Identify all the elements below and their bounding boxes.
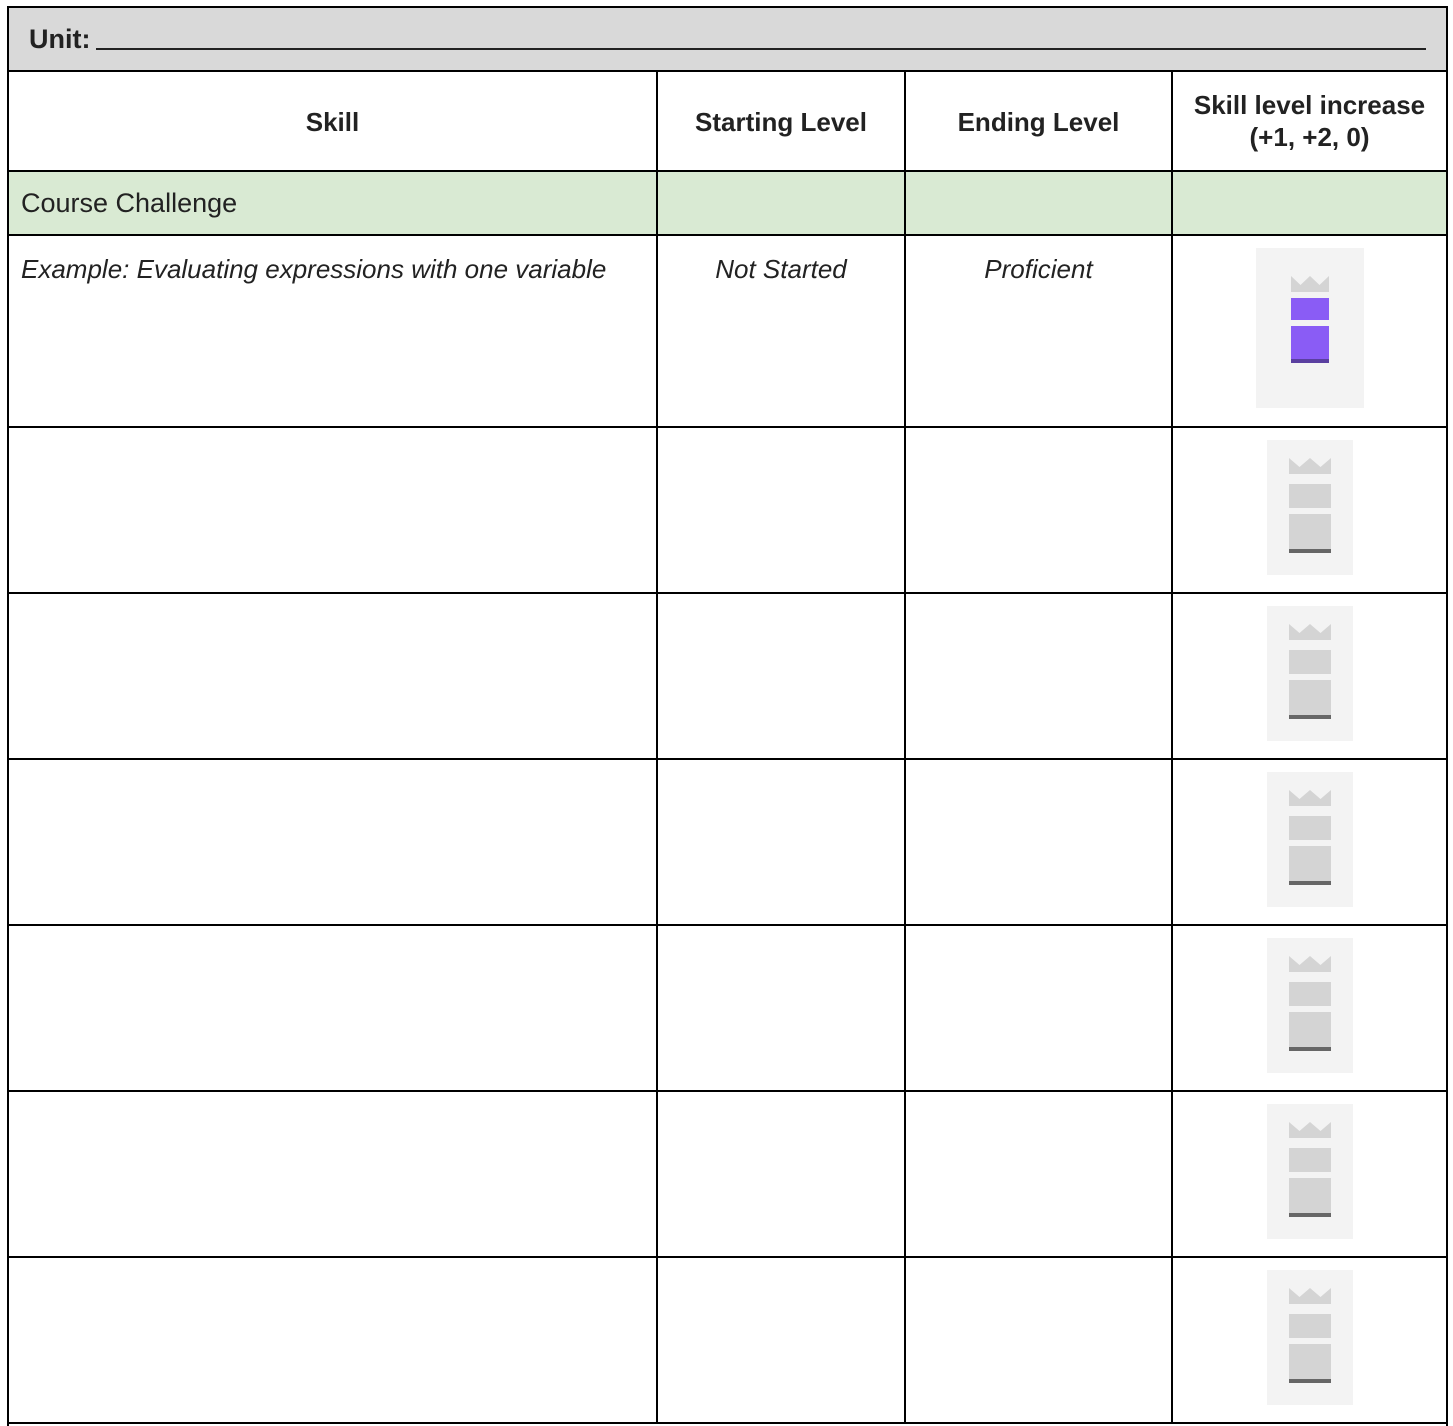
mastery-meter-icon (1266, 938, 1353, 1073)
skill-increase-header: Skill level increase (+1, +2, 0) (1171, 72, 1446, 172)
ending-level-header: Ending Level (904, 72, 1173, 172)
mastery-meter-icon (1255, 248, 1364, 408)
mastery-level-2 (1288, 816, 1331, 840)
mastery-base (1288, 715, 1331, 719)
skill-increase-line2: (+1, +2, 0) (1249, 122, 1370, 152)
challenge-increase-cell[interactable] (1171, 170, 1446, 236)
starting-level-cell[interactable] (656, 1256, 906, 1424)
starting-level-header: Starting Level (656, 72, 906, 172)
mastery-crown (1288, 458, 1331, 474)
mastery-base (1290, 359, 1329, 363)
mastery-level-1 (1288, 680, 1331, 718)
example-row: Example: Evaluating expressions with one… (9, 234, 1446, 428)
mastery-crown (1288, 790, 1331, 806)
mastery-base (1288, 881, 1331, 885)
unit-label: Unit: (29, 23, 91, 54)
example-ending-level: Proficient (984, 254, 1093, 284)
mastery-base (1288, 1047, 1331, 1051)
starting-level-cell[interactable] (656, 758, 906, 926)
skill-row (9, 1256, 1446, 1424)
skill-increase-cell[interactable] (1171, 592, 1446, 760)
skill-cell[interactable] (9, 1256, 658, 1424)
unit-blank-line[interactable] (96, 28, 1427, 50)
skill-increase-cell[interactable] (1171, 1256, 1446, 1424)
skill-row (9, 758, 1446, 926)
mastery-meter-icon (1266, 440, 1353, 575)
worksheet: Unit: Skill Starting Level Ending Level … (7, 6, 1448, 1426)
mastery-level-1 (1288, 514, 1331, 552)
skill-increase-cell[interactable] (1171, 427, 1446, 594)
mastery-meter-icon (1266, 772, 1353, 907)
mastery-crown (1288, 956, 1331, 972)
mastery-base (1288, 1213, 1331, 1217)
challenge-starting-cell[interactable] (656, 170, 906, 236)
unit-header: Unit: (9, 8, 1446, 72)
starting-level-cell[interactable] (656, 592, 906, 760)
mastery-meter-icon (1266, 1270, 1353, 1405)
skill-cell[interactable] (9, 758, 658, 926)
skill-cell[interactable] (9, 1090, 658, 1258)
skill-row (9, 427, 1446, 594)
challenge-ending-cell[interactable] (904, 170, 1173, 236)
ending-level-cell[interactable] (904, 427, 1173, 594)
starting-level-cell[interactable] (656, 924, 906, 1092)
ending-level-cell[interactable] (904, 592, 1173, 760)
skill-increase-cell[interactable] (1171, 758, 1446, 926)
ending-level-cell[interactable] (904, 758, 1173, 926)
skill-cell[interactable] (9, 924, 658, 1092)
skill-row (9, 924, 1446, 1092)
example-starting-level: Not Started (715, 254, 847, 284)
mastery-crown (1288, 1122, 1331, 1138)
mastery-level-2 (1288, 484, 1331, 508)
mastery-level-1 (1290, 326, 1329, 362)
skill-cell[interactable] (9, 427, 658, 594)
mastery-level-2 (1288, 1314, 1331, 1338)
skills-table: Skill Starting Level Ending Level Skill … (9, 72, 1446, 1424)
mastery-meter-icon (1266, 606, 1353, 741)
mastery-level-2 (1288, 650, 1331, 674)
mastery-level-1 (1288, 1012, 1331, 1050)
mastery-level-2 (1288, 1148, 1331, 1172)
skill-header: Skill (9, 72, 658, 172)
example-increase-cell (1171, 234, 1446, 428)
skill-row (9, 592, 1446, 760)
starting-level-cell[interactable] (656, 427, 906, 594)
mastery-crown (1288, 624, 1331, 640)
mastery-level-2 (1290, 298, 1329, 320)
mastery-level-1 (1288, 1178, 1331, 1216)
skill-row (9, 1090, 1446, 1258)
header-row: Skill Starting Level Ending Level Skill … (9, 72, 1446, 172)
skill-increase-cell[interactable] (1171, 1090, 1446, 1258)
mastery-meter-icon (1266, 1104, 1353, 1239)
ending-level-cell[interactable] (904, 1256, 1173, 1424)
mastery-crown (1288, 1288, 1331, 1304)
course-challenge-row: Course Challenge (9, 170, 1446, 236)
skill-cell[interactable] (9, 592, 658, 760)
skill-increase-cell[interactable] (1171, 924, 1446, 1092)
mastery-crown (1290, 276, 1329, 292)
course-challenge-label: Course Challenge (21, 187, 238, 218)
skill-increase-line1: Skill level increase (1193, 90, 1426, 120)
mastery-level-1 (1288, 846, 1331, 884)
example-skill: Example: Evaluating expressions with one… (21, 254, 607, 284)
mastery-base (1288, 1379, 1331, 1383)
mastery-base (1288, 549, 1331, 553)
mastery-level-2 (1288, 982, 1331, 1006)
starting-level-cell[interactable] (656, 1090, 906, 1258)
ending-level-cell[interactable] (904, 924, 1173, 1092)
mastery-level-1 (1288, 1344, 1331, 1382)
ending-level-cell[interactable] (904, 1090, 1173, 1258)
